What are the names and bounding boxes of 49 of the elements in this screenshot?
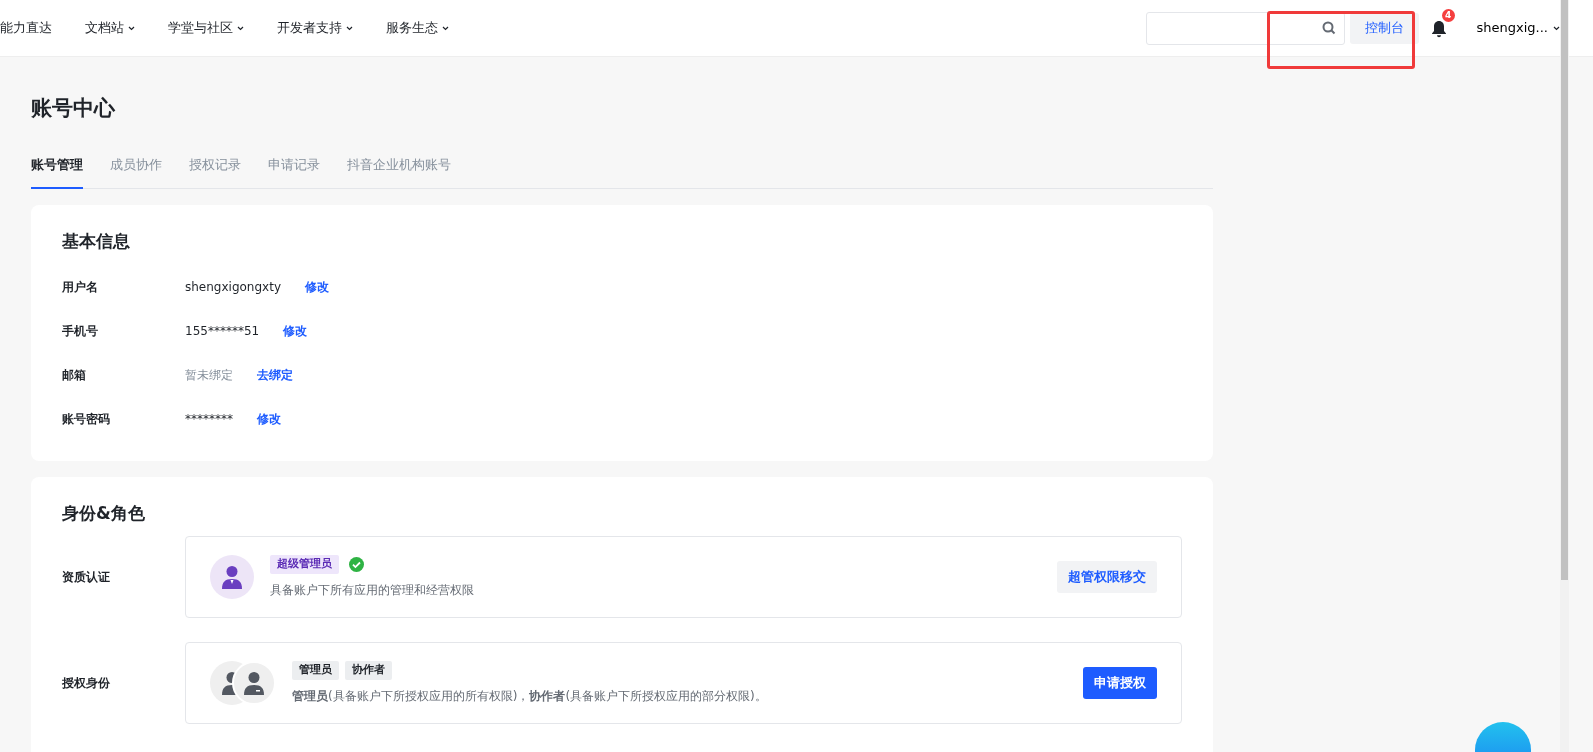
person-icon <box>221 565 243 589</box>
chat-bubble-icon[interactable] <box>1475 722 1531 752</box>
nav-link[interactable]: 服务生态 <box>386 18 449 38</box>
caret-icon <box>128 25 135 31</box>
role-tag: 超级管理员 <box>270 555 339 574</box>
edit-link[interactable]: 修改 <box>257 409 281 428</box>
tab[interactable]: 申请记录 <box>268 154 320 189</box>
caret-icon <box>1553 25 1560 31</box>
page-title: 账号中心 <box>31 95 116 122</box>
row-label: 授权身份 <box>62 675 111 692</box>
person-icon <box>243 671 265 695</box>
role-tag: 协作者 <box>345 661 392 680</box>
row-label: 资质认证 <box>62 569 111 586</box>
tab[interactable]: 抖音企业机构账号 <box>347 154 451 189</box>
nav-link[interactable]: 能力直达 <box>0 18 52 38</box>
section-title: 身份&角色 <box>62 501 146 525</box>
section-title: 基本信息 <box>62 230 131 253</box>
apply-button[interactable]: 申请授权 <box>1083 666 1157 700</box>
scrollbar[interactable] <box>1561 0 1568 580</box>
caret-icon <box>237 25 244 31</box>
bell-icon[interactable] <box>1430 19 1447 38</box>
caret-icon <box>346 25 353 31</box>
transfer-button[interactable]: 超管权限移交 <box>1057 560 1157 594</box>
field-value: shengxigongxty <box>185 278 281 296</box>
nav-link[interactable]: 学堂与社区 <box>168 18 244 38</box>
tab[interactable]: 账号管理 <box>31 154 83 189</box>
field-label: 手机号 <box>62 322 99 340</box>
edit-link[interactable]: 修改 <box>283 321 308 340</box>
search-icon <box>1321 21 1336 35</box>
notification-count-badge: 4 <box>1441 9 1455 23</box>
field-label: 用户名 <box>62 278 99 296</box>
tab[interactable]: 成员协作 <box>110 154 162 189</box>
field-value: 暂未绑定 <box>185 366 233 384</box>
field-value: ******** <box>185 410 233 428</box>
field-label: 账号密码 <box>62 410 111 428</box>
role-description: 管理员(具备账户下所授权应用的所有权限)，协作者(具备账户下所授权应用的部分权限)。 <box>292 687 767 705</box>
edit-link[interactable]: 修改 <box>305 277 329 296</box>
field-value: 155******51 <box>185 322 260 340</box>
search-field[interactable] <box>1145 11 1345 45</box>
nav-link[interactable]: 开发者支持 <box>277 18 353 38</box>
console-button[interactable]: 控制台 <box>1349 12 1419 44</box>
role-tag: 管理员 <box>292 661 339 680</box>
nav-link[interactable]: 文档站 <box>85 18 135 38</box>
role-description: 具备账户下所有应用的管理和经营权限 <box>270 581 474 599</box>
field-label: 邮箱 <box>62 366 87 384</box>
caret-icon <box>442 25 449 31</box>
tab[interactable]: 授权记录 <box>189 154 241 189</box>
user-menu[interactable]: shengxig... <box>1476 18 1560 38</box>
edit-link[interactable]: 去绑定 <box>257 365 293 384</box>
